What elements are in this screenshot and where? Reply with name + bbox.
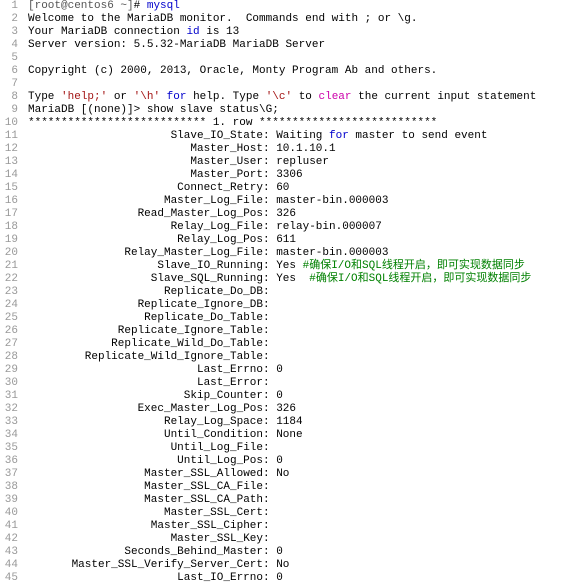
field-label: Skip_Counter (28, 390, 263, 403)
field-value: Yes #确保I/O和SQL线程开启，即可实现数据同步 (276, 273, 531, 286)
field-value: Yes #确保I/O和SQL线程开启，即可实现数据同步 (276, 260, 525, 273)
field-label: Master_SSL_CA_Path (28, 494, 263, 507)
field-value: Waiting for master to send event (276, 130, 487, 143)
field-value: 326 (276, 208, 296, 221)
field-value: 60 (276, 182, 289, 195)
field-label: Seconds_Behind_Master (28, 546, 263, 559)
field-value: 3306 (276, 169, 302, 182)
field-label: Replicate_Do_DB (28, 286, 263, 299)
field-value: 611 (276, 234, 296, 247)
field-value: 1184 (276, 416, 302, 429)
field-label: Master_SSL_Verify_Server_Cert (28, 559, 263, 572)
field-value: relay-bin.000007 (276, 221, 382, 234)
field-value: 326 (276, 403, 296, 416)
shell-prompt: [root@centos6 ~] (28, 0, 134, 12)
field-value: 0 (276, 572, 283, 585)
field-label: Replicate_Ignore_DB (28, 299, 263, 312)
field-label: Slave_IO_State (28, 130, 263, 143)
field-label: Master_SSL_Key (28, 533, 263, 546)
field-value: No (276, 468, 289, 481)
comment: #确保I/O和SQL线程开启，即可实现数据同步 (303, 260, 525, 272)
field-label: Until_Log_File (28, 442, 263, 455)
field-label: Until_Condition (28, 429, 263, 442)
field-value: master-bin.000003 (276, 247, 388, 260)
field-label: Relay_Log_Space (28, 416, 263, 429)
field-label: Last_IO_Errno (28, 572, 263, 585)
field-value: master-bin.000003 (276, 195, 388, 208)
field-label: Relay_Log_Pos (28, 234, 263, 247)
field-value: No (276, 559, 289, 572)
field-label: Master_SSL_Cipher (28, 520, 263, 533)
field-label: Master_SSL_Cert (28, 507, 263, 520)
for-kw: for (329, 130, 349, 142)
field-label: Last_Errno (28, 364, 263, 377)
field-value: 0 (276, 390, 283, 403)
field-label: Relay_Log_File (28, 221, 263, 234)
field-label: Connect_Retry (28, 182, 263, 195)
field-value: repluser (276, 156, 329, 169)
field-label: Slave_SQL_Running (28, 273, 263, 286)
help-str1: 'help;' (61, 91, 107, 103)
field-label: Replicate_Do_Table (28, 312, 263, 325)
field-label: Master_Host (28, 143, 263, 156)
hash: # (134, 0, 141, 12)
field-label: Master_SSL_Allowed (28, 468, 263, 481)
field-label: Master_SSL_CA_File (28, 481, 263, 494)
field-value: 0 (276, 455, 283, 468)
field-label: Master_User (28, 156, 263, 169)
for-kw: for (167, 91, 187, 103)
field-label: Master_Log_File (28, 195, 263, 208)
field-label: Read_Master_Log_Pos (28, 208, 263, 221)
comment: #确保I/O和SQL线程开启，即可实现数据同步 (309, 273, 531, 285)
field-label: Replicate_Wild_Ignore_Table (28, 351, 263, 364)
field-label: Replicate_Wild_Do_Table (28, 338, 263, 351)
field-label: Relay_Master_Log_File (28, 247, 263, 260)
field-label: Master_Port (28, 169, 263, 182)
mysql-cmd: mysql (147, 0, 180, 12)
field-value: 0 (276, 546, 283, 559)
field-label: Slave_IO_Running (28, 260, 263, 273)
clear-kw: clear (319, 91, 352, 103)
field-value: None (276, 429, 302, 442)
field-label: Exec_Master_Log_Pos (28, 403, 263, 416)
field-label: Last_Error (28, 377, 263, 390)
field-value: 0 (276, 364, 283, 377)
line-number-gutter: 1 2 3 4 5 6 7 8 9 10 11 12 13 14 15 16 1… (0, 0, 24, 585)
help-str2: '\h' (134, 91, 160, 103)
id-kw: id (186, 26, 199, 38)
help-str3: '\c' (266, 91, 292, 103)
field-value: 10.1.10.1 (276, 143, 335, 156)
field-label: Until_Log_Pos (28, 455, 263, 468)
terminal-output: [root@centos6 ~]# mysql Welcome to the M… (24, 0, 536, 585)
field-label: Replicate_Ignore_Table (28, 325, 263, 338)
